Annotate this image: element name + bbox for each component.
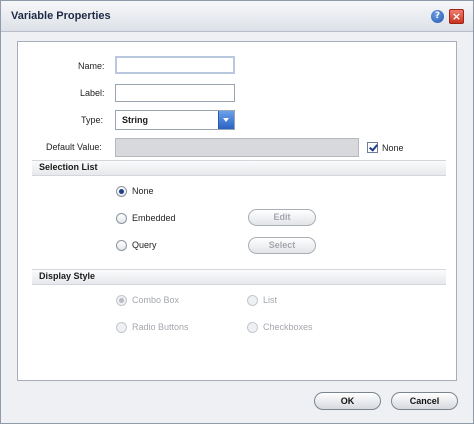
- selection-list-title: Selection List: [39, 162, 98, 172]
- select-button[interactable]: Select: [248, 237, 316, 254]
- radio-selection-query-label: Query: [132, 240, 157, 250]
- variable-properties-dialog: Variable Properties ? × Name: Label: Typ…: [0, 0, 474, 424]
- radio-list: [247, 295, 258, 306]
- type-label: Type:: [81, 115, 104, 125]
- name-label: Name:: [78, 61, 105, 71]
- selection-list-header: Selection List: [32, 160, 446, 176]
- dialog-title: Variable Properties: [11, 10, 111, 22]
- properties-panel: Name: Label: Type: String Default Value:…: [17, 41, 457, 381]
- close-icon[interactable]: ×: [449, 9, 464, 24]
- radio-radio-buttons-label: Radio Buttons: [132, 322, 189, 332]
- none-checkbox-label: None: [382, 143, 404, 153]
- type-selected-value: String: [122, 115, 148, 125]
- radio-selection-none[interactable]: [116, 186, 127, 197]
- dropdown-arrow-icon[interactable]: [218, 111, 234, 129]
- none-checkbox[interactable]: [367, 142, 378, 153]
- radio-checkboxes-label: Checkboxes: [263, 322, 313, 332]
- radio-selection-query[interactable]: [116, 240, 127, 251]
- help-icon[interactable]: ?: [431, 10, 444, 23]
- label-input[interactable]: [115, 84, 235, 102]
- radio-list-label: List: [263, 295, 278, 305]
- edit-button[interactable]: Edit: [248, 209, 316, 226]
- type-select[interactable]: String: [115, 110, 235, 130]
- default-value-field: [115, 138, 359, 157]
- name-input[interactable]: [115, 56, 235, 74]
- radio-selection-none-label: None: [132, 186, 154, 196]
- cancel-button[interactable]: Cancel: [391, 392, 458, 410]
- radio-selection-embedded[interactable]: [116, 213, 127, 224]
- display-style-header: Display Style: [32, 269, 446, 285]
- default-value-label: Default Value:: [46, 142, 102, 152]
- ok-button[interactable]: OK: [314, 392, 381, 410]
- radio-radio-buttons: [116, 322, 127, 333]
- radio-combo-box: [116, 295, 127, 306]
- radio-checkboxes: [247, 322, 258, 333]
- radio-combo-box-label: Combo Box: [132, 295, 180, 305]
- radio-selection-embedded-label: Embedded: [132, 213, 176, 223]
- label-label: Label:: [80, 88, 105, 98]
- title-bar: Variable Properties ? ×: [1, 1, 473, 32]
- display-style-title: Display Style: [39, 271, 96, 281]
